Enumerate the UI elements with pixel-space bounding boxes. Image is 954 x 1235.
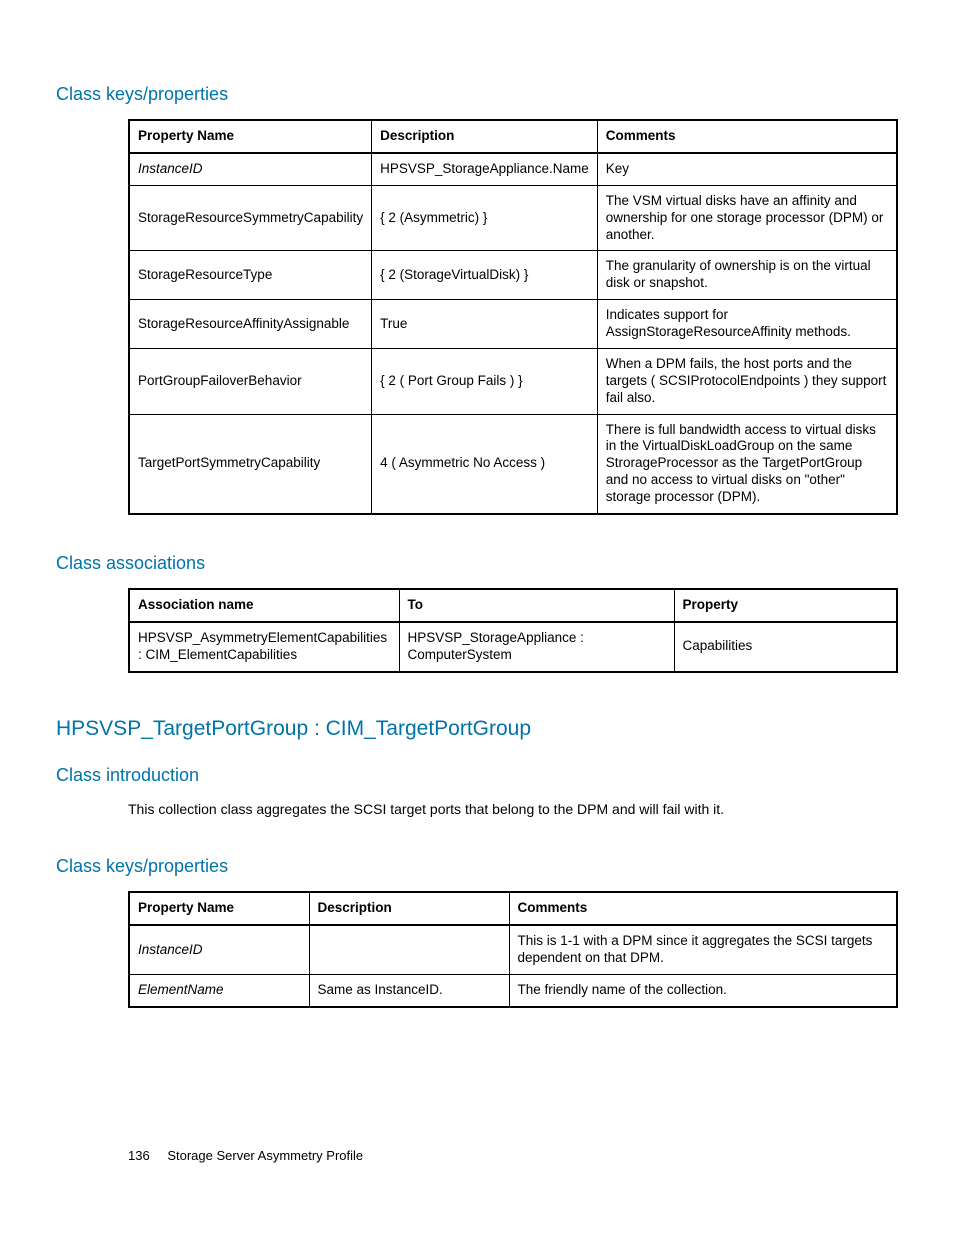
table-header-row: Property Name Description Comments (129, 892, 897, 925)
col-header: To (399, 589, 674, 622)
col-header: Description (372, 120, 598, 153)
heading-intro: Class introduction (56, 765, 898, 786)
cell-desc: { 2 (StorageVirtualDisk) } (372, 251, 598, 300)
table-header-row: Property Name Description Comments (129, 120, 897, 153)
table-row: InstanceID This is 1-1 with a DPM since … (129, 925, 897, 974)
cell-comment: The VSM virtual disks have an affinity a… (597, 185, 897, 251)
table-row: StorageResourceSymmetryCapability { 2 (A… (129, 185, 897, 251)
heading-assoc: Class associations (56, 553, 898, 574)
cell-desc: { 2 (Asymmetric) } (372, 185, 598, 251)
table-row: InstanceID HPSVSP_StorageAppliance.Name … (129, 153, 897, 185)
section-class-introduction: Class introduction This collection class… (56, 765, 898, 819)
table-props-1: Property Name Description Comments Insta… (128, 119, 898, 515)
table-assoc: Association name To Property HPSVSP_Asym… (128, 588, 898, 673)
section-class-props-2: Class keys/properties Property Name Desc… (56, 856, 898, 1008)
cell-name: HPSVSP_AsymmetryElementCapabilities : CI… (129, 622, 399, 672)
cell-desc: HPSVSP_StorageAppliance.Name (372, 153, 598, 185)
cell-name: InstanceID (129, 925, 309, 974)
col-header: Association name (129, 589, 399, 622)
table-row: PortGroupFailoverBehavior { 2 ( Port Gro… (129, 348, 897, 414)
table-row: StorageResourceType { 2 (StorageVirtualD… (129, 251, 897, 300)
table-row: TargetPortSymmetryCapability 4 ( Asymmet… (129, 414, 897, 514)
col-header: Property Name (129, 892, 309, 925)
cell-prop: Capabilities (674, 622, 897, 672)
col-header: Comments (597, 120, 897, 153)
col-header: Comments (509, 892, 897, 925)
cell-comment: Key (597, 153, 897, 185)
heading-props-1: Class keys/properties (56, 84, 898, 105)
cell-name: StorageResourceSymmetryCapability (129, 185, 372, 251)
section-class-props-1: Class keys/properties Property Name Desc… (56, 84, 898, 515)
cell-name: PortGroupFailoverBehavior (129, 348, 372, 414)
cell-name: StorageResourceType (129, 251, 372, 300)
cell-comment: Indicates support for AssignStorageResou… (597, 300, 897, 349)
col-header: Description (309, 892, 509, 925)
cell-name: InstanceID (129, 153, 372, 185)
cell-name: StorageResourceAffinityAssignable (129, 300, 372, 349)
heading-class-targetportgroup: HPSVSP_TargetPortGroup : CIM_TargetPortG… (56, 717, 898, 741)
cell-comment: The granularity of ownership is on the v… (597, 251, 897, 300)
col-header: Property (674, 589, 897, 622)
intro-text: This collection class aggregates the SCS… (128, 800, 898, 819)
footer-title: Storage Server Asymmetry Profile (167, 1148, 363, 1163)
cell-name: TargetPortSymmetryCapability (129, 414, 372, 514)
cell-desc: 4 ( Asymmetric No Access ) (372, 414, 598, 514)
page-footer: 136 Storage Server Asymmetry Profile (128, 1148, 363, 1163)
cell-desc: Same as InstanceID. (309, 975, 509, 1007)
cell-desc: True (372, 300, 598, 349)
cell-desc (309, 925, 509, 974)
table-row: StorageResourceAffinityAssignable True I… (129, 300, 897, 349)
table-row: HPSVSP_AsymmetryElementCapabilities : CI… (129, 622, 897, 672)
cell-comment: The friendly name of the collection. (509, 975, 897, 1007)
cell-comment: This is 1-1 with a DPM since it aggregat… (509, 925, 897, 974)
cell-name: ElementName (129, 975, 309, 1007)
cell-desc: { 2 ( Port Group Fails ) } (372, 348, 598, 414)
heading-props-2: Class keys/properties (56, 856, 898, 877)
cell-comment: When a DPM fails, the host ports and the… (597, 348, 897, 414)
col-header: Property Name (129, 120, 372, 153)
cell-comment: There is full bandwidth access to virtua… (597, 414, 897, 514)
cell-to: HPSVSP_StorageAppliance : ComputerSystem (399, 622, 674, 672)
table-header-row: Association name To Property (129, 589, 897, 622)
table-props-2: Property Name Description Comments Insta… (128, 891, 898, 1008)
page-number: 136 (128, 1148, 150, 1163)
section-class-associations: Class associations Association name To P… (56, 553, 898, 673)
table-row: ElementName Same as InstanceID. The frie… (129, 975, 897, 1007)
